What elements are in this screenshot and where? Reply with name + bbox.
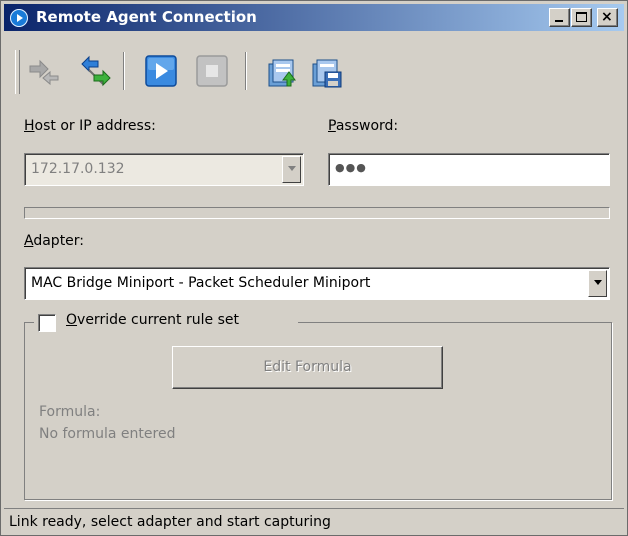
formula-caption: Formula: bbox=[39, 404, 101, 420]
save-settings-button[interactable] bbox=[309, 54, 343, 88]
minimize-icon bbox=[555, 20, 563, 22]
password-value: ●●● bbox=[335, 161, 367, 174]
load-settings-button[interactable] bbox=[265, 54, 299, 88]
save-settings-icon bbox=[312, 59, 342, 88]
password-field[interactable]: ●●● bbox=[328, 153, 610, 186]
open-settings-icon bbox=[268, 59, 296, 87]
host-combobox[interactable]: 172.17.0.132 bbox=[24, 153, 304, 186]
status-bar: Link ready, select adapter and start cap… bbox=[4, 508, 624, 536]
formula-value: No formula entered bbox=[39, 426, 176, 442]
toolbar-separator bbox=[123, 52, 125, 90]
disconnect-button[interactable] bbox=[27, 54, 61, 88]
minimize-button[interactable] bbox=[549, 8, 570, 27]
edit-formula-button[interactable]: Edit Formula bbox=[172, 346, 443, 389]
adapter-dropdown-button[interactable] bbox=[588, 270, 607, 297]
close-icon: × bbox=[601, 9, 613, 25]
remote-agent-icon bbox=[10, 9, 28, 27]
connect-arrows-icon bbox=[81, 55, 111, 87]
connect-button[interactable] bbox=[79, 54, 113, 88]
host-dropdown-button[interactable] bbox=[282, 156, 301, 183]
override-checkbox[interactable] bbox=[38, 314, 56, 332]
adapter-value: MAC Bridge Miniport - Packet Scheduler M… bbox=[31, 275, 371, 291]
maximize-button[interactable] bbox=[571, 8, 592, 27]
override-label[interactable]: Override current rule set bbox=[66, 312, 239, 328]
maximize-icon bbox=[576, 12, 587, 22]
password-label: Password: bbox=[328, 118, 399, 134]
play-icon bbox=[145, 55, 177, 87]
toolbar bbox=[7, 38, 619, 108]
host-value: 172.17.0.132 bbox=[31, 161, 125, 177]
override-checkbox-row[interactable]: Override current rule set bbox=[34, 311, 298, 333]
host-label: Host or IP address: bbox=[24, 118, 156, 134]
start-capture-button[interactable] bbox=[144, 54, 178, 88]
title-bar[interactable]: Remote Agent Connection × bbox=[4, 4, 624, 31]
toolbar-separator bbox=[245, 52, 247, 90]
window-title: Remote Agent Connection bbox=[36, 8, 257, 26]
status-text: Link ready, select adapter and start cap… bbox=[9, 514, 331, 530]
remote-agent-connection-window: Remote Agent Connection × Host or IP add… bbox=[0, 0, 628, 536]
adapter-label: Adapter: bbox=[24, 233, 85, 249]
adapter-select[interactable]: MAC Bridge Miniport - Packet Scheduler M… bbox=[24, 267, 610, 300]
toolbar-grip[interactable] bbox=[15, 50, 20, 94]
stop-icon bbox=[196, 55, 228, 87]
close-button[interactable]: × bbox=[597, 8, 618, 27]
connection-progress-bar bbox=[24, 207, 610, 219]
disconnect-arrows-icon bbox=[29, 59, 59, 86]
stop-capture-button[interactable] bbox=[195, 54, 229, 88]
